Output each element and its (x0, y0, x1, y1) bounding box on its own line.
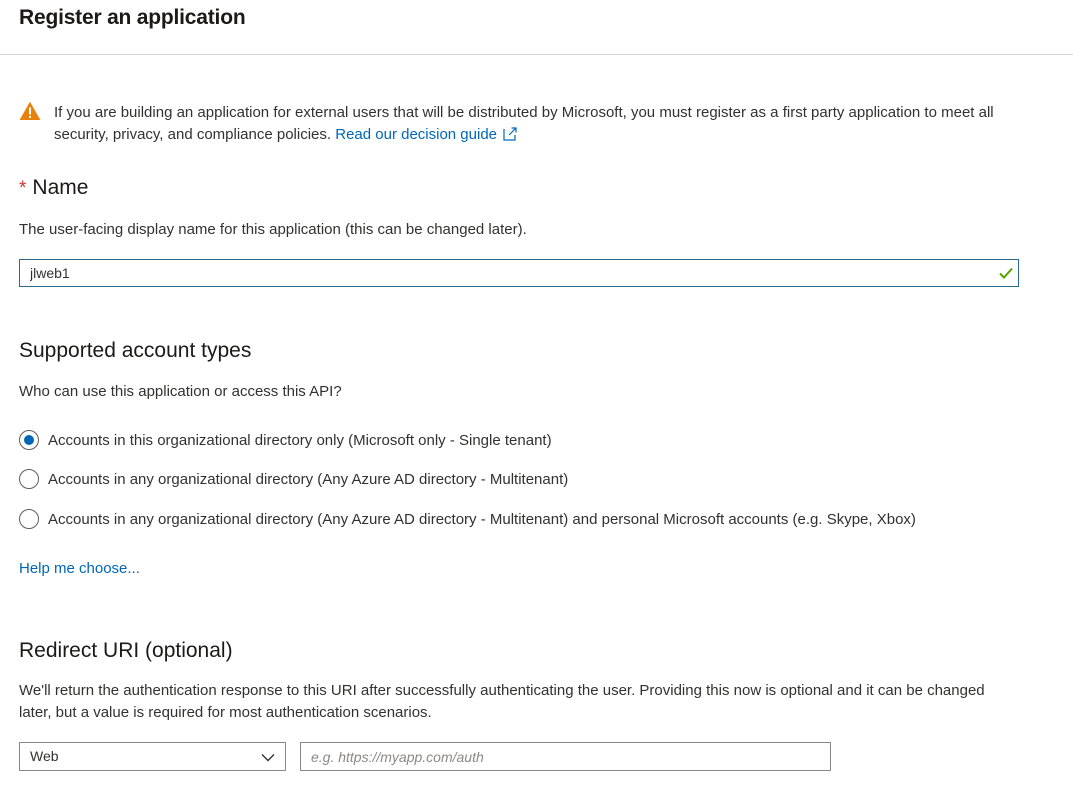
radio-multitenant[interactable]: Accounts in any organizational directory… (19, 467, 568, 491)
platform-select-value: Web (30, 748, 59, 764)
account-types-title: Supported account types (19, 339, 252, 362)
name-input[interactable] (20, 260, 980, 286)
redirect-uri-description: We'll return the authentication response… (19, 682, 985, 721)
radio-single-tenant[interactable]: Accounts in this organizational director… (19, 428, 552, 452)
decision-guide-link-label: Read our decision guide (335, 126, 498, 143)
name-title-label: Name (32, 176, 89, 199)
page-header: Register an application (0, 0, 1073, 55)
radio-multitenant-personal[interactable]: Accounts in any organizational directory… (19, 507, 916, 531)
radio-button[interactable] (19, 469, 39, 489)
chevron-down-icon (261, 754, 275, 762)
register-application-page: Register an application If you are build… (0, 0, 1073, 785)
name-field-wrapper (19, 259, 1019, 287)
warning-icon (19, 101, 41, 120)
checkmark-icon (999, 267, 1013, 279)
warning-text: If you are building an application for e… (54, 102, 1014, 146)
help-me-choose-link[interactable]: Help me choose... (19, 560, 140, 577)
decision-guide-link[interactable]: Read our decision guide (335, 126, 517, 143)
radio-button-selected[interactable] (19, 430, 39, 450)
radio-label-single-tenant: Accounts in this organizational director… (48, 431, 552, 449)
warning-message: If you are building an application for e… (54, 104, 994, 143)
name-description: The user-facing display name for this ap… (19, 221, 527, 238)
platform-select[interactable]: Web (19, 742, 286, 771)
radio-button[interactable] (19, 509, 39, 529)
redirect-uri-input[interactable] (300, 742, 831, 771)
account-types-question: Who can use this application or access t… (19, 383, 342, 400)
redirect-uri-title: Redirect URI (optional) (19, 639, 233, 662)
radio-label-multitenant: Accounts in any organizational directory… (48, 470, 569, 488)
radio-label-multitenant-personal: Accounts in any organizational directory… (48, 510, 916, 528)
required-marker: * (19, 178, 27, 199)
name-section-title: * Name (19, 176, 88, 200)
external-link-icon (503, 127, 517, 141)
page-title: Register an application (19, 6, 246, 29)
